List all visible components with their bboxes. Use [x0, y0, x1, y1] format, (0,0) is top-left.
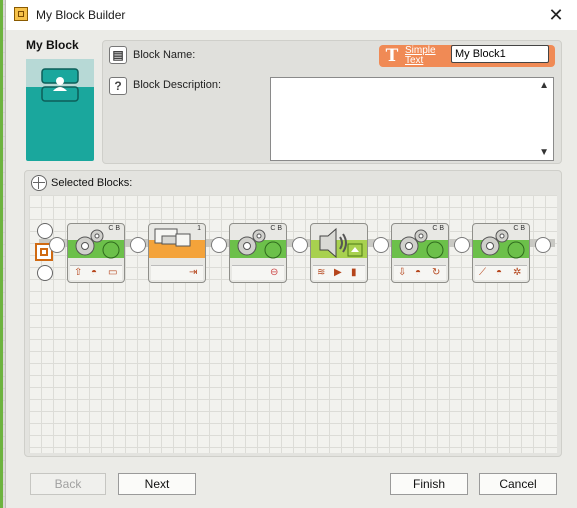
- port-badge: C B: [108, 225, 120, 232]
- close-button[interactable]: ✕: [541, 4, 571, 26]
- move-block[interactable]: C B ⟋ ◓ ✲: [472, 223, 530, 283]
- block-canvas[interactable]: C B ⇧ ◓ ▭ 1 ⇥ C B ⊖ ≋ ▶ ▮ C B ⇩ ◓ ↻ C B ⟋ ◓ ✲: [29, 195, 557, 453]
- block-name-label: Block Name:: [133, 49, 196, 61]
- start-circle-bottom: [37, 265, 53, 281]
- port-badge: C B: [270, 225, 282, 232]
- block-name-icon: ▤: [109, 46, 127, 64]
- next-button[interactable]: Next: [118, 473, 196, 495]
- cancel-button[interactable]: Cancel: [479, 473, 557, 495]
- volume-icon: ▮: [351, 267, 357, 278]
- back-button[interactable]: Back: [30, 473, 106, 495]
- block-description-label: Block Description:: [133, 79, 222, 91]
- scroll-down-icon[interactable]: ▼: [539, 147, 549, 158]
- wheel-icon: ◓: [91, 267, 98, 278]
- port-badge: C B: [432, 225, 444, 232]
- block-name-input[interactable]: [451, 45, 549, 63]
- block-info-panel: ▤ Block Name: T SimpleText ? Block Descr…: [102, 40, 562, 164]
- arrow-right-icon: ⇥: [189, 267, 198, 278]
- down-arrow-icon: ⇩: [398, 267, 407, 278]
- sound-block[interactable]: ≋ ▶ ▮: [310, 223, 368, 283]
- port-badge: 1: [197, 225, 201, 232]
- selected-blocks-panel: Selected Blocks: C B ⇧ ◓ ▭ 1 ⇥ C B ⊖ ≋ ▶ ▮ C B ⇩ ◓ ↻ C …: [24, 170, 562, 457]
- app-icon: [14, 7, 28, 21]
- block-config-strip: ≋ ▶ ▮: [313, 265, 365, 280]
- background-edge: [0, 0, 3, 508]
- my-block-icon: [41, 68, 79, 102]
- selected-blocks-label: Selected Blocks:: [51, 177, 133, 189]
- play-icon: ▶: [334, 267, 342, 278]
- block-connector-end: [535, 237, 551, 253]
- block-config-strip: ⇥: [151, 265, 203, 280]
- move-block[interactable]: C B ⊖: [229, 223, 287, 283]
- move-block[interactable]: C B ⇩ ◓ ↻: [391, 223, 449, 283]
- scroll-up-icon[interactable]: ▲: [539, 80, 549, 91]
- block-config-strip: ⊖: [232, 265, 284, 280]
- window-title: My Block Builder: [36, 8, 126, 22]
- my-block-thumbnail: [26, 59, 94, 161]
- description-help-icon: ?: [109, 77, 127, 95]
- wave-icon: ≋: [317, 267, 326, 278]
- block-connector: [130, 237, 146, 253]
- stop-icon: ⊖: [270, 267, 279, 278]
- my-block-heading: My Block: [26, 38, 79, 52]
- move-block[interactable]: C B ⇧ ◓ ▭: [67, 223, 125, 283]
- block-connector: [454, 237, 470, 253]
- simple-text-link[interactable]: Simple Text: [405, 46, 436, 66]
- block-config-strip: ⟋ ◓ ✲: [475, 265, 527, 280]
- port-badge: C B: [513, 225, 525, 232]
- steer-icon: ⟋: [479, 267, 486, 278]
- block-config-strip: ⇧ ◓ ▭: [70, 265, 122, 280]
- title-bar: My Block Builder ✕: [6, 0, 577, 30]
- gear-small-icon: ✲: [513, 267, 522, 278]
- finish-button[interactable]: Finish: [390, 473, 468, 495]
- block-connector: [49, 237, 65, 253]
- display-block[interactable]: 1 ⇥: [148, 223, 206, 283]
- dialog-window: My Block Builder ✕ My Block ▤ Block Name…: [6, 0, 577, 508]
- block-config-strip: ⇩ ◓ ↻: [394, 265, 446, 280]
- block-description-textarea[interactable]: ▲ ▼: [270, 77, 554, 161]
- block-connector: [373, 237, 389, 253]
- up-arrow-icon: ⇧: [74, 267, 83, 278]
- crosshair-icon: [31, 175, 47, 191]
- text-t-icon: T: [385, 46, 399, 66]
- block-connector: [211, 237, 227, 253]
- wheel-icon: ◓: [415, 267, 422, 278]
- start-circle-top: [37, 223, 53, 239]
- rotate-icon: ↻: [432, 267, 441, 278]
- block-connector: [292, 237, 308, 253]
- description-scrollbar[interactable]: ▲ ▼: [537, 78, 553, 160]
- wheel-icon: ◓: [496, 267, 503, 278]
- tank-icon: ▭: [108, 267, 118, 278]
